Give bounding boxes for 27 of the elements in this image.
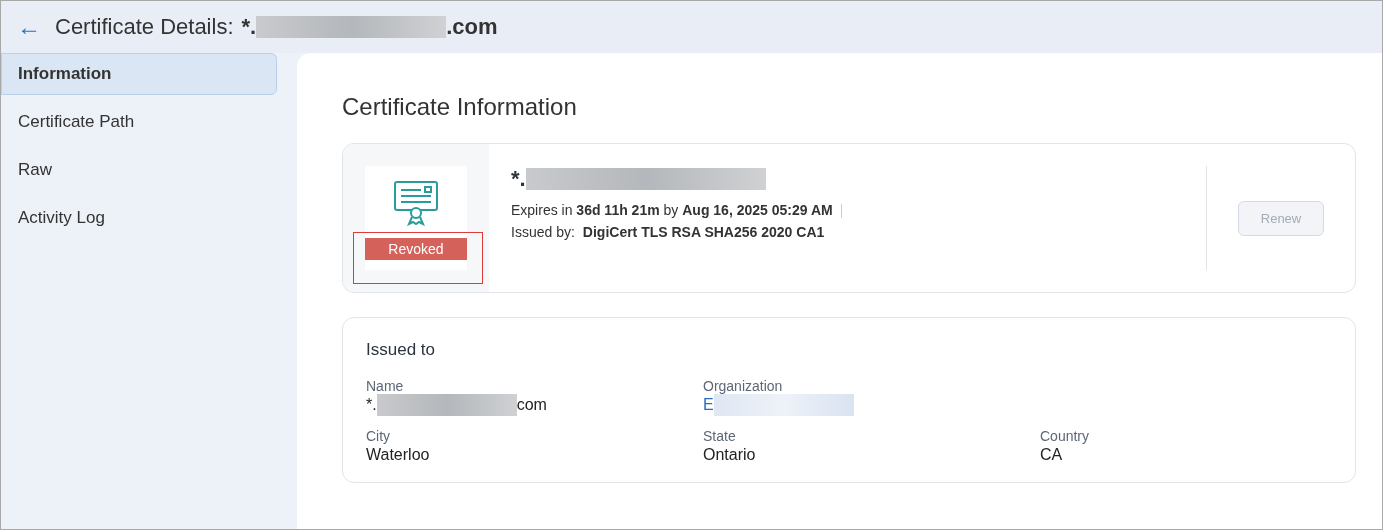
certificate-name: *. <box>511 166 526 192</box>
back-button[interactable]: ← <box>17 13 41 41</box>
card-title: Issued to <box>366 340 436 360</box>
issuer-text: DigiCert TLS RSA SHA256 2020 CA1 <box>582 224 825 241</box>
field-label: State <box>703 428 737 444</box>
sidebar-item[interactable]: Certificate Path <box>1 101 277 143</box>
field-label: Organization <box>703 378 784 394</box>
issuer-label: Issued by: <box>511 224 575 241</box>
field-link[interactable]: E <box>703 396 714 414</box>
expiry-text: Expires in 36d 11h 21m by Aug 16, 2025 05:29 AM <box>511 202 1184 219</box>
certificate-icon <box>393 180 439 226</box>
field-value: *. <box>366 396 377 414</box>
field-value: Waterloo <box>366 446 430 464</box>
domain-text: .com <box>446 14 498 40</box>
status-badge: Revoked <box>365 238 467 260</box>
field-value: com <box>516 396 547 414</box>
page-title: Certificate Details: <box>55 14 234 40</box>
field-label: City <box>366 428 392 444</box>
field-value: CA <box>1040 446 1063 464</box>
field-label: Country <box>1040 428 1091 444</box>
field-label: Name <box>366 378 405 394</box>
sidebar-item[interactable]: Activity Log <box>1 197 277 239</box>
sidebar-item[interactable]: Raw <box>1 149 277 191</box>
field-value: Ontario <box>703 446 756 464</box>
domain-text: *. <box>241 14 257 40</box>
section-heading: Certificate Information <box>342 93 578 121</box>
sidebar-item[interactable]: Information <box>1 53 277 95</box>
